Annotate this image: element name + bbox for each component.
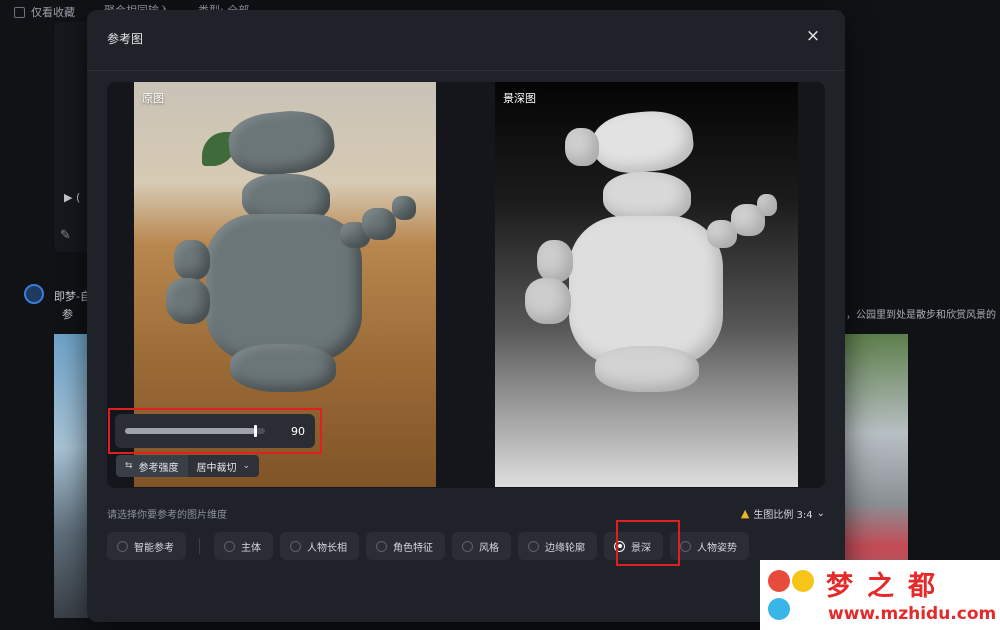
option-label: 边缘轮廓 xyxy=(545,542,585,554)
radio-icon xyxy=(528,540,539,552)
option-label: 人物姿势 xyxy=(697,542,737,554)
depth-label: 景深图 xyxy=(503,92,536,105)
mascot-red xyxy=(768,570,790,592)
warning-icon: ▲ xyxy=(740,507,750,520)
option-pose[interactable]: 人物姿势 xyxy=(670,532,749,560)
strength-label: 参考强度 xyxy=(138,462,179,474)
option-edge-outline[interactable]: 边缘轮廓 xyxy=(518,532,597,560)
option-label: 角色特征 xyxy=(393,542,433,554)
option-face[interactable]: 人物长相 xyxy=(280,532,359,560)
rock-head xyxy=(226,106,337,180)
mascot-blue xyxy=(768,598,790,620)
depth-body xyxy=(569,216,723,366)
radio-icon xyxy=(680,540,691,552)
option-character[interactable]: 角色特征 xyxy=(366,532,445,560)
user-subline: 参 xyxy=(62,308,73,321)
depth-map-image: 景深图 xyxy=(495,82,798,487)
rock-base xyxy=(230,344,336,392)
rock-body xyxy=(206,214,362,362)
option-label: 主体 xyxy=(241,542,261,554)
slider-highlight-box xyxy=(108,408,322,454)
watermark-logo: 梦之都 www.mzhidu.com xyxy=(760,560,1000,630)
sliders-icon: ⇆ xyxy=(125,461,133,471)
radio-icon xyxy=(224,540,235,552)
depth-highlight-box xyxy=(616,520,680,566)
chevron-down-icon: ⌄ xyxy=(242,461,251,471)
background-caption: ，公园里到处是散步和欣赏风景的 xyxy=(846,310,996,321)
favorites-only-checkbox[interactable]: 仅看收藏 xyxy=(14,4,75,20)
original-label: 原图 xyxy=(142,92,164,105)
radio-icon xyxy=(462,540,473,552)
checkbox-label: 仅看收藏 xyxy=(31,6,75,19)
ratio-label: 生图比例 3:4 xyxy=(753,510,813,521)
watermark-title: 梦之都 xyxy=(826,571,949,602)
reference-image-dialog: 参考图 × 原图 景深图 90 ⇆ 参考强度 居中裁切 ⌄ 请选择你要参考的图片… xyxy=(87,10,851,622)
user-name: 即梦-自 xyxy=(54,290,91,303)
option-subject[interactable]: 主体 xyxy=(214,532,273,560)
depth-arm-left-1 xyxy=(537,240,573,282)
control-row: ⇆ 参考强度 居中裁切 ⌄ xyxy=(116,455,260,477)
rock-arm-right-3 xyxy=(392,196,416,220)
divider xyxy=(87,70,845,71)
radio-icon xyxy=(290,540,301,552)
close-icon[interactable]: × xyxy=(803,26,823,46)
depth-arm-left-2 xyxy=(525,278,571,324)
option-label: 智能参考 xyxy=(134,542,174,554)
edit-icon[interactable]: ✎ xyxy=(60,228,80,248)
aspect-ratio-dropdown[interactable]: ▲ 生图比例 3:4 ⌄ xyxy=(741,506,825,521)
dialog-title: 参考图 xyxy=(107,32,144,46)
depth-neck xyxy=(603,172,691,222)
mascot-yellow xyxy=(792,570,814,592)
option-label: 风格 xyxy=(479,542,499,554)
checkbox-box[interactable] xyxy=(14,6,25,18)
depth-leaf xyxy=(565,128,599,166)
preview-area: 原图 景深图 90 ⇆ 参考强度 居中裁切 ⌄ xyxy=(107,82,825,488)
dimension-hint: 请选择你要参考的图片维度 xyxy=(107,510,227,521)
rock-arm-left-2 xyxy=(166,278,210,324)
radio-icon xyxy=(117,540,128,552)
strength-button[interactable]: ⇆ 参考强度 xyxy=(116,455,188,477)
options-separator xyxy=(199,538,200,554)
option-smart-reference[interactable]: 智能参考 xyxy=(107,532,186,560)
radio-icon xyxy=(376,540,387,552)
depth-arm-right-3 xyxy=(757,194,777,216)
watermark-mascot xyxy=(766,566,820,624)
avatar xyxy=(24,284,44,304)
background-image-left[interactable] xyxy=(54,334,88,618)
play-button[interactable]: ▶ ( xyxy=(64,191,80,204)
rock-arm-left-1 xyxy=(174,240,210,280)
crop-dropdown[interactable]: 居中裁切 ⌄ xyxy=(187,455,260,477)
chevron-down-icon: ⌄ xyxy=(816,508,825,519)
watermark-url: www.mzhidu.com xyxy=(828,604,997,624)
rock-arm-right-2 xyxy=(362,208,396,240)
depth-head xyxy=(590,106,696,178)
depth-base xyxy=(595,346,699,392)
option-style[interactable]: 风格 xyxy=(452,532,511,560)
crop-label: 居中裁切 xyxy=(196,462,237,474)
option-label: 人物长相 xyxy=(307,542,347,554)
